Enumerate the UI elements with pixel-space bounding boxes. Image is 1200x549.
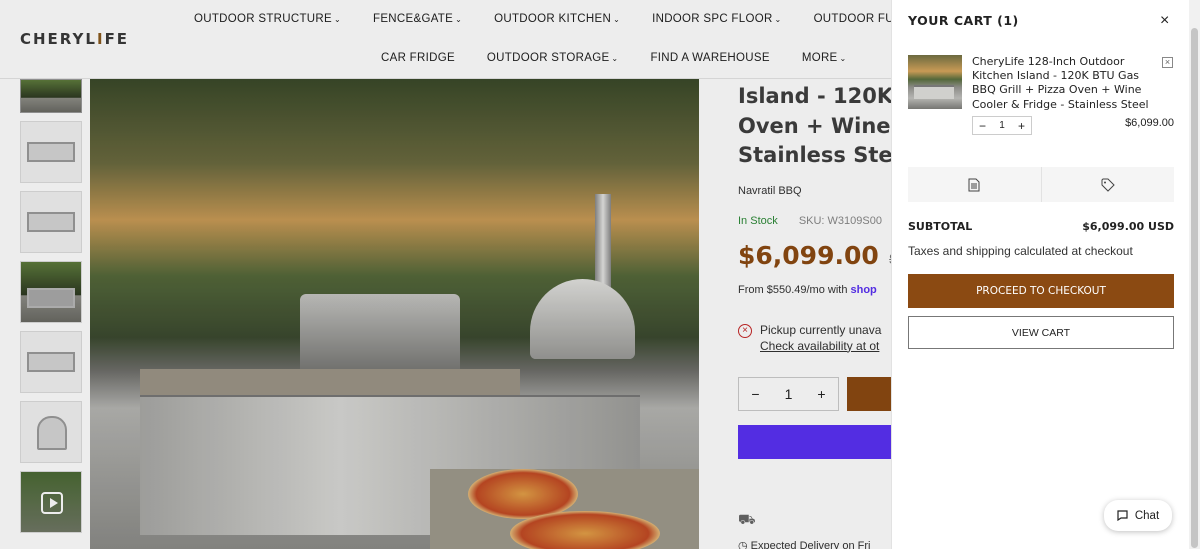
close-icon[interactable]: × xyxy=(1160,12,1169,30)
subtotal-label: SUBTOTAL xyxy=(908,220,973,233)
cart-actions xyxy=(908,167,1174,202)
order-note-button[interactable] xyxy=(908,167,1041,202)
tag-icon xyxy=(1101,178,1115,192)
cart-item-title[interactable]: CheryLife 128-Inch Outdoor Kitchen Islan… xyxy=(972,55,1152,112)
scrollbar-thumb[interactable] xyxy=(1191,28,1198,548)
subtotal-value: $6,099.00 USD xyxy=(1082,220,1174,233)
checkout-button[interactable]: PROCEED TO CHECKOUT xyxy=(908,274,1174,308)
cart-item-image[interactable] xyxy=(908,55,962,109)
drawer-backdrop[interactable] xyxy=(0,0,891,549)
cart-qty-plus-button[interactable]: + xyxy=(1012,119,1031,133)
taxes-note: Taxes and shipping calculated at checkou… xyxy=(908,244,1133,258)
cart-qty-value[interactable]: 1 xyxy=(992,120,1012,131)
chat-bubble-icon xyxy=(1117,510,1128,521)
view-cart-button[interactable]: VIEW CART xyxy=(908,316,1174,349)
note-icon xyxy=(968,178,980,191)
cart-heading: YOUR CART (1) xyxy=(908,13,1019,28)
cart-item-price: $6,099.00 xyxy=(1125,117,1174,129)
subtotal-row: SUBTOTAL $6,099.00 USD xyxy=(908,220,1174,233)
cart-qty-minus-button[interactable]: − xyxy=(973,119,992,133)
remove-item-icon[interactable]: × xyxy=(1162,57,1173,68)
cart-quantity-stepper: − 1 + xyxy=(972,116,1032,135)
cart-drawer: YOUR CART (1) × CheryLife 128-Inch Outdo… xyxy=(891,0,1189,549)
discount-button[interactable] xyxy=(1040,167,1175,202)
chat-button[interactable]: Chat xyxy=(1104,500,1172,531)
page-scrollbar[interactable] xyxy=(1189,0,1200,549)
chat-label: Chat xyxy=(1134,509,1160,522)
